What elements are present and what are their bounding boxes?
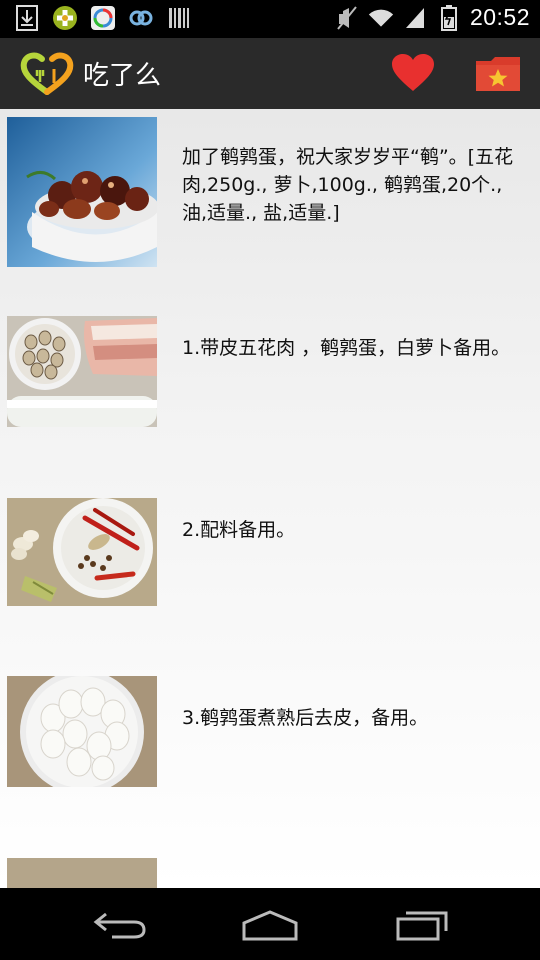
game-icon xyxy=(52,5,78,31)
back-icon[interactable] xyxy=(90,906,150,944)
heart-icon[interactable] xyxy=(388,50,438,96)
download-icon xyxy=(14,5,40,31)
photos-icon xyxy=(90,5,116,31)
step-image xyxy=(7,858,157,888)
braised-pork-image xyxy=(7,117,157,267)
step-description: 3.鹌鹑蛋煮熟后去皮，备用。 xyxy=(182,707,429,729)
wifi-icon xyxy=(368,5,394,31)
step-description: 1.带皮五花肉 ，鹌鹑蛋，白萝卜备用。 xyxy=(182,337,511,359)
home-icon[interactable] xyxy=(240,906,300,944)
recipe-step-list[interactable]: 加了鹌鹑蛋，祝大家岁岁平“鹌”。[五花肉,250g., 萝卜,100g., 鹌鹑… xyxy=(0,109,540,888)
barcode-icon xyxy=(166,5,192,31)
clock: 20:52 xyxy=(469,4,530,30)
app-logo-icon[interactable] xyxy=(20,52,74,96)
spices-image xyxy=(7,498,157,606)
step-description: 加了鹌鹑蛋，祝大家岁岁平“鹌”。[五花肉,250g., 萝卜,100g., 鹌鹑… xyxy=(182,146,514,224)
peeled-eggs-image xyxy=(7,676,157,787)
navigation-bar xyxy=(0,888,540,960)
ingredients-image xyxy=(7,316,157,427)
mute-icon xyxy=(334,5,360,31)
signal-icon xyxy=(402,5,428,31)
status-bar: 20:52 xyxy=(0,0,540,38)
battery-icon xyxy=(436,4,462,31)
recent-apps-icon[interactable] xyxy=(392,906,452,944)
link-icon xyxy=(128,5,154,31)
action-bar: 吃了么 xyxy=(0,38,540,109)
app-title: 吃了么 xyxy=(83,61,162,91)
step-description: 2.配料备用。 xyxy=(182,519,296,541)
favorites-folder-icon[interactable] xyxy=(472,52,524,96)
